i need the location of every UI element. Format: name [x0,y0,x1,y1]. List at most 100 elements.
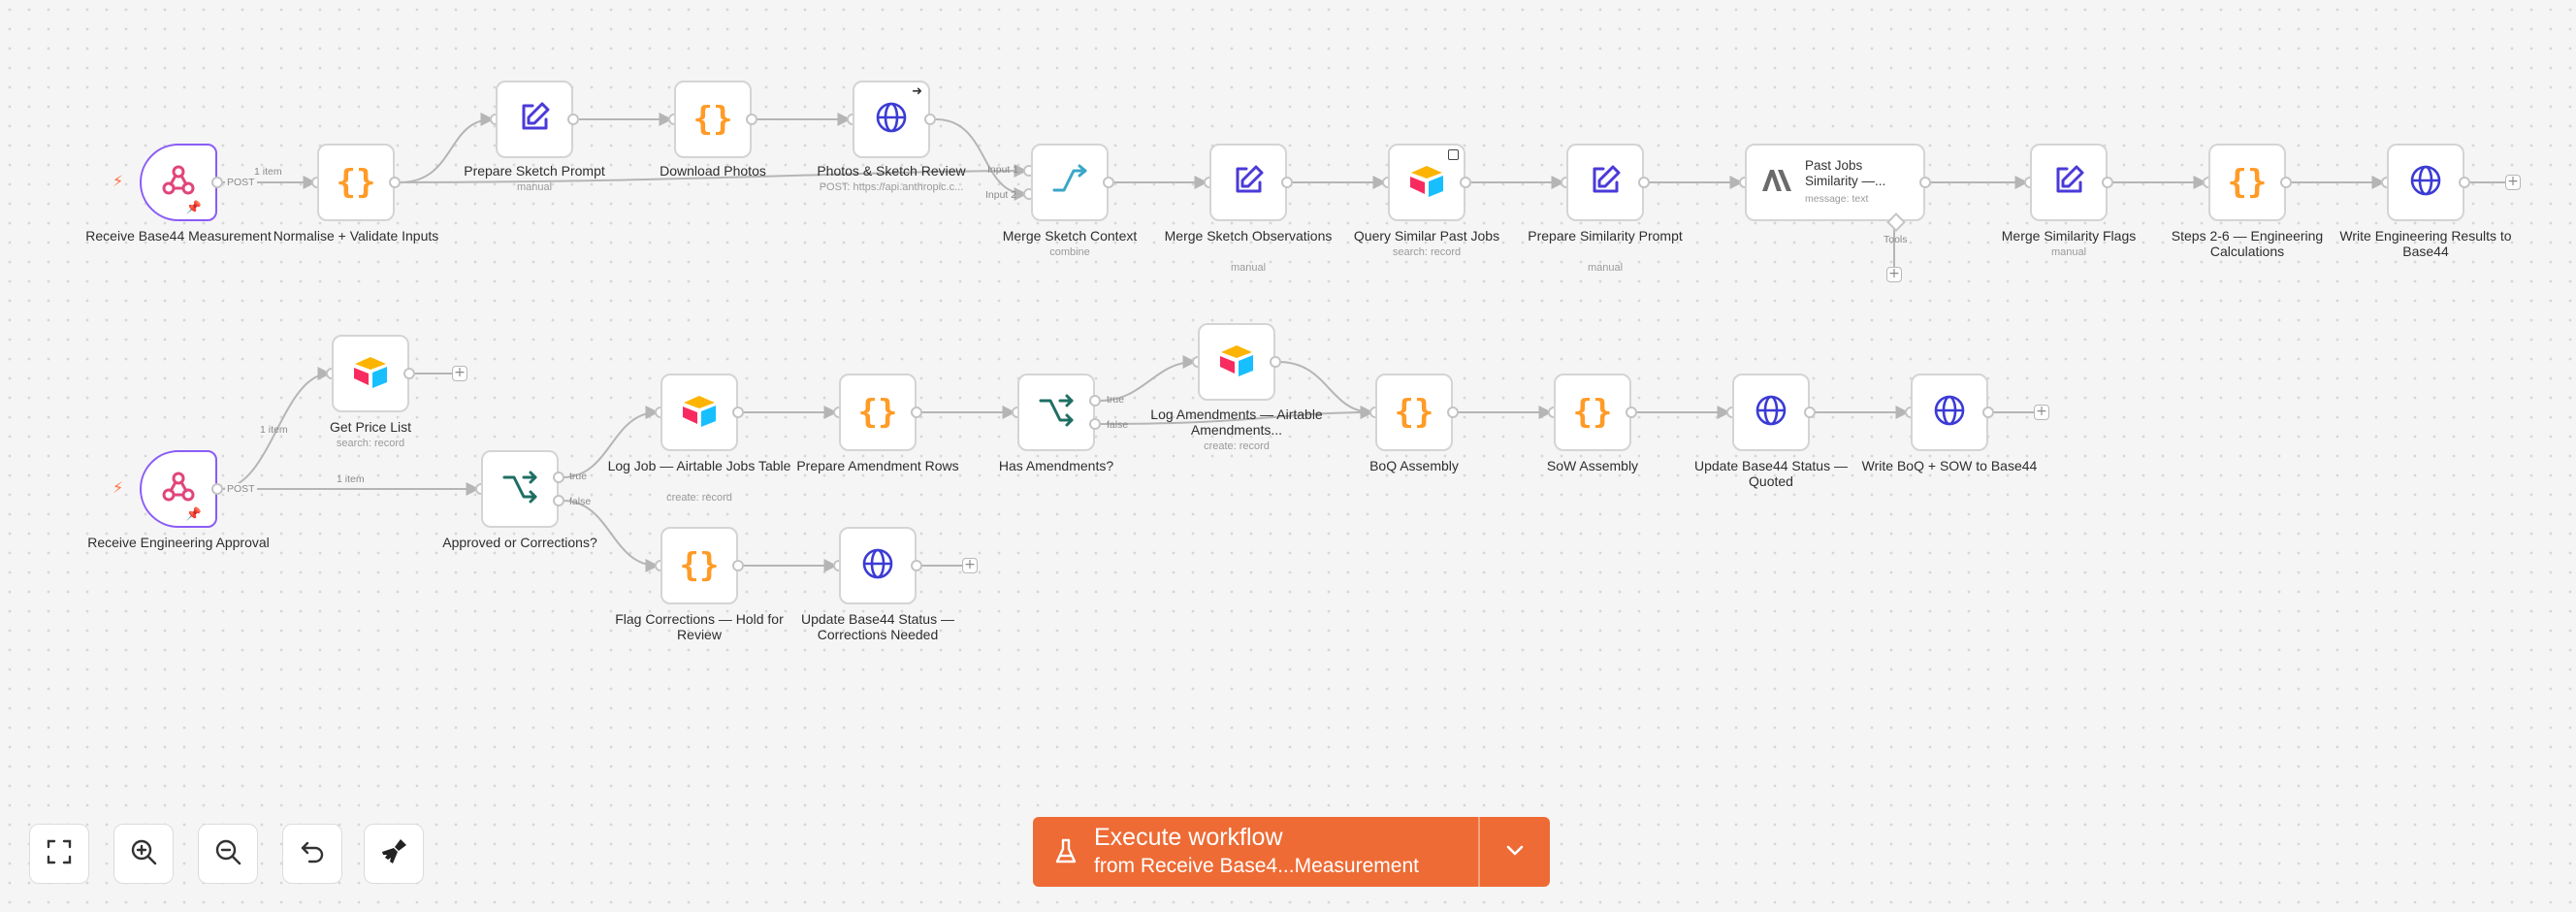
output-handle[interactable] [1919,177,1931,188]
node-prepare-amendment-rows[interactable]: {} [839,374,917,451]
airtable-icon [351,354,390,394]
node-label: Query Similar Past Jobs [1353,228,1500,244]
sync-icon [1448,149,1459,160]
true-output-handle[interactable] [553,472,564,483]
output-handle[interactable] [389,177,401,188]
node-merge-sketch-context[interactable] [1031,144,1109,221]
output-handle[interactable] [924,114,936,125]
node-label: SoW Assembly [1546,458,1639,473]
output-handle[interactable] [567,114,579,125]
code-braces-icon: {} [857,393,898,432]
node-get-price-list[interactable] [332,335,409,412]
add-tool-button[interactable]: + [1886,267,1902,282]
webhook-icon [159,161,198,205]
fit-view-button[interactable] [29,824,89,884]
output-handle[interactable] [211,177,223,188]
node-boq-assembly[interactable]: {} [1375,374,1453,451]
reset-zoom-button[interactable] [282,824,342,884]
node-sow-assembly[interactable]: {} [1554,374,1631,451]
execute-options-button[interactable] [1480,817,1550,887]
false-output-handle[interactable] [553,495,564,506]
edge-label-input1: Input 1 [987,164,1019,176]
add-node-button[interactable]: + [962,558,978,573]
node-update-status-corrections[interactable] [839,527,917,604]
node-has-amendments[interactable] [1017,374,1095,451]
edge-label-items: 1 item [254,166,282,178]
output-handle[interactable] [1270,356,1281,368]
globe-icon [874,100,909,140]
airtable-icon [1407,163,1446,203]
output-handle[interactable] [732,407,744,418]
zoom-out-button[interactable] [198,824,258,884]
node-receive-base44-measurement[interactable]: 📌 [140,144,217,221]
node-label: Flag Corrections — Hold for Review [615,611,784,642]
output-handle[interactable] [746,114,757,125]
execute-workflow-button[interactable]: Execute workflow from Receive Base4...Me… [1033,817,1550,887]
node-steps-engineering-calculations[interactable]: {} [2208,144,2286,221]
output-handle[interactable] [211,483,223,495]
node-label: Write Engineering Results to Base44 [2339,228,2512,259]
node-subtitle: search: record [336,438,405,449]
code-braces-icon: {} [1572,393,1613,432]
output-handle[interactable] [732,560,744,571]
true-output-handle[interactable] [1089,395,1101,407]
output-handle[interactable] [2280,177,2292,188]
node-normalise-validate-inputs[interactable]: {} [317,144,395,221]
globe-icon [860,546,895,586]
zoom-in-button[interactable] [113,824,174,884]
output-handle[interactable] [911,407,922,418]
add-node-button[interactable]: + [2505,175,2521,190]
node-receive-engineering-approval[interactable]: 📌 [140,450,217,528]
output-handle[interactable] [1804,407,1816,418]
node-log-amendments[interactable] [1198,323,1275,401]
node-prepare-sketch-prompt[interactable] [496,81,573,158]
node-merge-similarity-flags[interactable] [2030,144,2108,221]
output-handle[interactable] [403,368,415,379]
node-label: Merge Similarity Flags [2001,228,2137,244]
webhook-icon [159,468,198,511]
node-flag-corrections[interactable]: {} [660,527,738,604]
code-braces-icon: {} [2227,163,2268,202]
node-label: Get Price List [329,419,412,435]
node-log-job-airtable[interactable] [660,374,738,451]
node-subtitle: manual [1230,262,1267,274]
edge-label-false: false [569,496,592,507]
node-approved-or-corrections[interactable] [481,450,559,528]
node-label: Receive Engineering Approval [87,535,270,550]
edge-label-false: false [1107,419,1129,431]
add-node-button[interactable]: + [2034,405,2049,420]
false-output-handle[interactable] [1089,418,1101,430]
edit-icon [517,100,552,140]
node-label: Prepare Sketch Prompt [464,163,605,179]
edge-label-method: POST [225,483,257,495]
node-update-status-quoted[interactable] [1732,374,1810,451]
tidy-up-icon [379,837,408,871]
node-photos-sketch-review[interactable]: ➜ [853,81,930,158]
node-subtitle: create: record [666,492,732,504]
node-write-engineering-results[interactable] [2387,144,2464,221]
node-query-similar-past-jobs[interactable] [1388,144,1465,221]
node-prepare-similarity-prompt[interactable] [1566,144,1644,221]
output-handle[interactable] [2102,177,2113,188]
output-handle[interactable] [1460,177,1471,188]
if-branch-icon [500,470,539,509]
node-write-boq-sow[interactable] [1911,374,1988,451]
node-subtitle: search: record [1392,246,1462,258]
pin-icon: 📌 [185,201,202,215]
add-node-button[interactable]: + [452,366,467,381]
output-handle[interactable] [1638,177,1650,188]
output-handle[interactable] [1447,407,1459,418]
node-download-photos[interactable]: {} [674,81,752,158]
output-handle[interactable] [1103,177,1114,188]
output-handle[interactable] [1982,407,1994,418]
output-handle[interactable] [2459,177,2470,188]
if-branch-icon [1037,393,1076,433]
node-past-jobs-similarity[interactable]: Past Jobs Similarity —... message: text [1745,144,1925,221]
node-label: Prepare Amendment Rows [796,458,959,473]
globe-icon [1932,393,1967,433]
output-handle[interactable] [1281,177,1293,188]
node-merge-sketch-observations[interactable] [1209,144,1287,221]
tidy-up-button[interactable] [364,824,424,884]
output-handle[interactable] [1626,407,1637,418]
output-handle[interactable] [911,560,922,571]
